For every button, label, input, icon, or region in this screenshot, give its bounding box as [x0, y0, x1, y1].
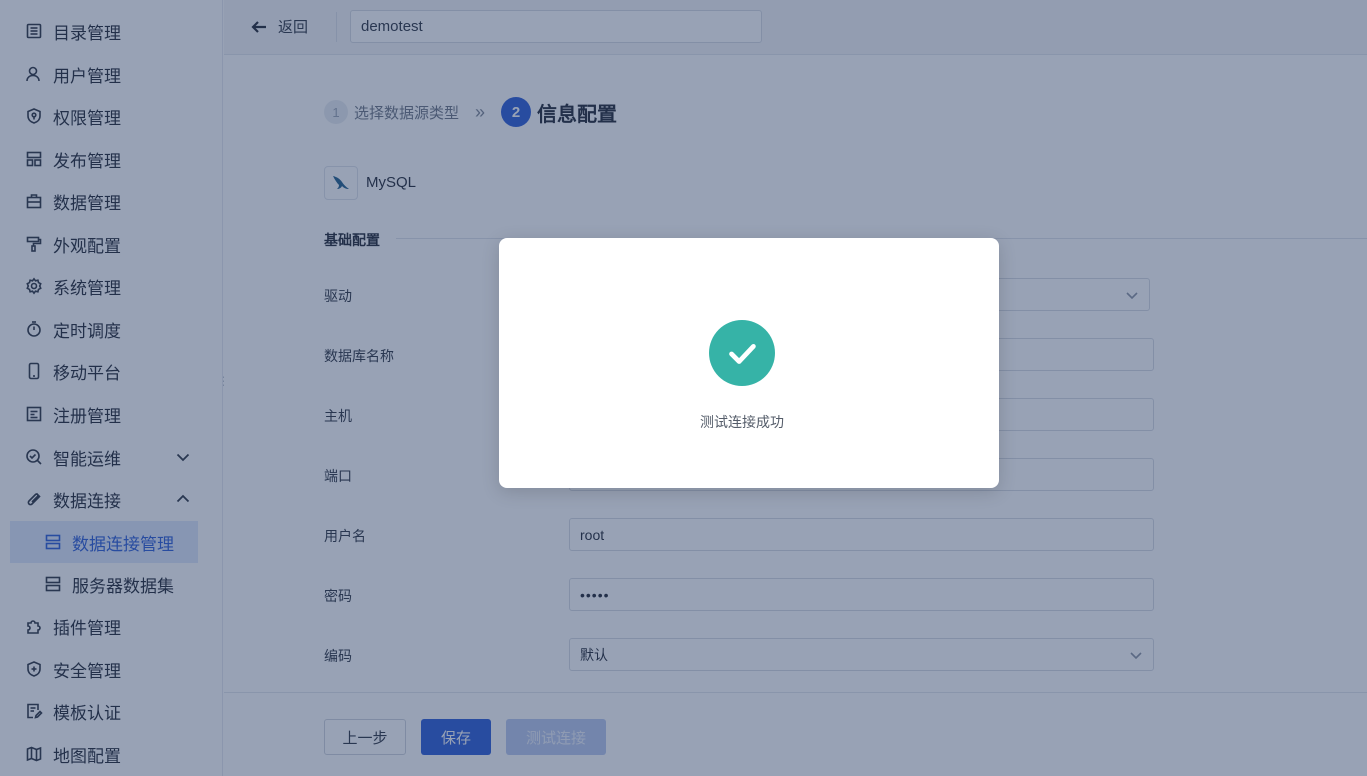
- check-circle-icon: [709, 320, 775, 386]
- success-dialog: 测试连接成功: [499, 238, 999, 488]
- success-message: 测试连接成功: [700, 414, 784, 430]
